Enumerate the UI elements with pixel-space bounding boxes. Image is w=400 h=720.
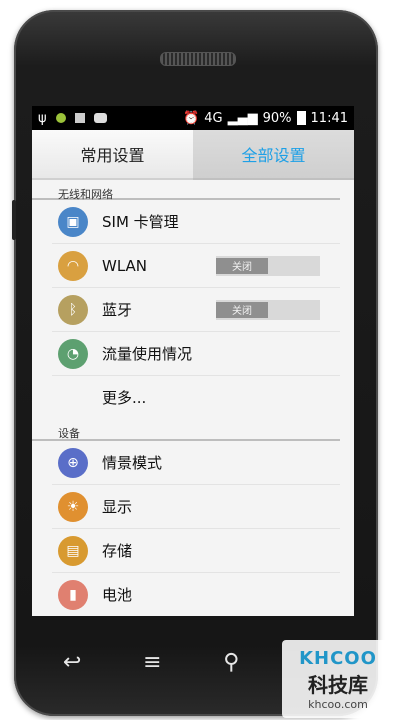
- settings-item-profile[interactable]: ⊕ 情景模式: [52, 441, 340, 485]
- display-icon: ☀: [58, 491, 88, 522]
- settings-item-display[interactable]: ☀ 显示: [52, 485, 340, 529]
- settings-item-data-usage[interactable]: ◔ 流量使用情况: [52, 332, 340, 376]
- toggle-label: 关闭: [216, 301, 268, 318]
- settings-item-more[interactable]: 更多...: [52, 376, 340, 419]
- settings-item-label: 存储: [102, 542, 133, 560]
- section-header-wireless: 无线和网络: [32, 180, 340, 201]
- data-usage-icon: ◔: [58, 338, 88, 369]
- clock: 11:41: [310, 110, 348, 126]
- settings-item-label: 蓝牙: [102, 301, 133, 319]
- settings-item-storage[interactable]: ▤ 存储: [52, 529, 340, 573]
- watermark-name: 科技库: [308, 672, 368, 697]
- toggle-label: 关闭: [216, 257, 268, 274]
- battery-icon: ▮: [58, 579, 88, 610]
- settings-item-label: 电池: [102, 586, 133, 604]
- message-icon: [93, 113, 107, 123]
- sim-icon: ▣: [58, 206, 88, 237]
- tab-all-settings[interactable]: 全部设置: [193, 130, 354, 180]
- profile-icon: ⊕: [58, 447, 88, 478]
- settings-item-label: 更多...: [102, 389, 147, 407]
- menu-icon[interactable]: ≡: [143, 650, 161, 675]
- volume-button: [12, 200, 16, 240]
- back-icon[interactable]: ↩: [63, 650, 81, 675]
- battery-icon: [296, 111, 306, 125]
- settings-item-label: WLAN: [102, 256, 148, 275]
- watermark-url: khcoo.com: [308, 697, 368, 711]
- wifi-icon: ◠: [58, 250, 88, 281]
- notification-icon: [55, 113, 66, 123]
- settings-item-label: 流量使用情况: [102, 345, 193, 363]
- watermark-logo: KHCOO: [299, 647, 377, 669]
- screen: ψ ⏰ 4G ▂▄▆ 90% 11:41 常用设置 全部设置 无线和网络 ▣ S…: [32, 106, 354, 616]
- signal-icon: ▂▄▆: [227, 110, 258, 126]
- image-icon: [74, 113, 85, 123]
- bluetooth-icon: ᛒ: [58, 294, 88, 325]
- settings-item-sim[interactable]: ▣ SIM 卡管理: [52, 200, 340, 244]
- network-type: 4G: [204, 110, 223, 126]
- battery-percent: 90%: [262, 110, 292, 126]
- earpiece-speaker: [160, 52, 236, 66]
- wlan-toggle[interactable]: 关闭: [216, 255, 320, 276]
- status-bar: ψ ⏰ 4G ▂▄▆ 90% 11:41: [32, 106, 354, 130]
- settings-item-bluetooth[interactable]: ᛒ 蓝牙 关闭: [52, 288, 340, 332]
- usb-icon: ψ: [38, 110, 47, 126]
- watermark: KHCOO 科技库 khcoo.com: [282, 640, 394, 718]
- settings-item-wlan[interactable]: ◠ WLAN 关闭: [52, 244, 340, 288]
- settings-item-label: SIM 卡管理: [102, 213, 179, 231]
- settings-item-label: 情景模式: [102, 454, 163, 472]
- tab-common-settings[interactable]: 常用设置: [32, 130, 193, 180]
- search-icon[interactable]: ⚲: [223, 650, 239, 675]
- alarm-icon: ⏰: [183, 110, 200, 126]
- settings-item-label: 显示: [102, 498, 133, 516]
- bluetooth-toggle[interactable]: 关闭: [216, 299, 320, 320]
- storage-icon: ▤: [58, 535, 88, 566]
- settings-item-battery[interactable]: ▮ 电池: [52, 573, 340, 616]
- section-header-device: 设备: [32, 419, 340, 441]
- settings-tabs: 常用设置 全部设置: [32, 130, 354, 180]
